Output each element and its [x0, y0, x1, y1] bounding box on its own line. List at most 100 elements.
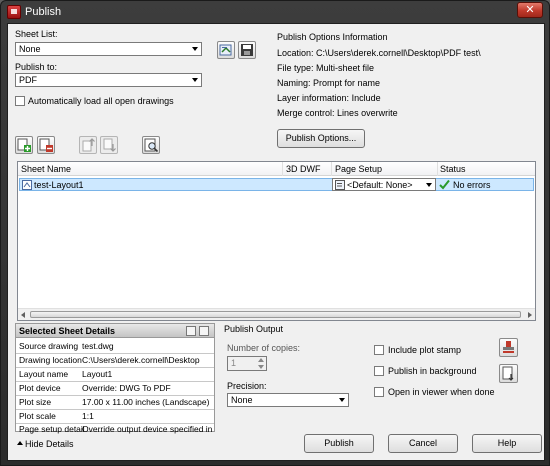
publish-background-label: Publish in background — [388, 366, 477, 376]
publish-to-value: PDF — [19, 75, 37, 85]
table-row[interactable]: test-Layout1 <Default: None> No errors — [19, 178, 534, 191]
copies-label: Number of copies: — [227, 343, 301, 353]
column-divider[interactable] — [437, 162, 438, 176]
chevron-down-icon — [339, 398, 345, 402]
publish-output-title: Publish Output — [224, 324, 284, 334]
cancel-button[interactable]: Cancel — [388, 434, 458, 453]
sheet-list-dropdown[interactable]: None — [15, 42, 202, 56]
load-sheet-list-icon — [219, 44, 232, 56]
merge-label: Merge control: — [277, 108, 335, 118]
naming-value: Prompt for name — [313, 78, 381, 88]
details-title: Selected Sheet Details — [19, 326, 116, 336]
plot-stamp-settings-button[interactable] — [499, 338, 518, 357]
merge-value: Lines overwrite — [337, 108, 398, 118]
sheet-name-cell: test-Layout1 — [34, 180, 84, 190]
column-divider[interactable] — [331, 162, 332, 176]
page-setup-value: <Default: None> — [347, 180, 413, 190]
close-button[interactable]: ✕ — [517, 2, 543, 18]
add-sheets-button[interactable] — [15, 136, 33, 154]
preview-icon — [144, 138, 159, 153]
hide-details-link[interactable]: Hide Details — [25, 439, 74, 449]
help-button[interactable]: Help — [472, 434, 542, 453]
divider — [16, 395, 214, 396]
layer-row: Layer information: Include — [277, 93, 381, 103]
divider — [16, 367, 214, 368]
horizontal-scrollbar[interactable] — [18, 308, 535, 320]
layer-label: Layer information: — [277, 93, 350, 103]
column-header-sheet-name[interactable]: Sheet Name — [21, 164, 71, 174]
save-sheet-list-button[interactable] — [238, 41, 256, 59]
open-viewer-label: Open in viewer when done — [388, 387, 495, 397]
column-header-page-setup[interactable]: Page Setup — [335, 164, 382, 174]
detail-value: Layout1 — [82, 369, 113, 379]
detail-label: Drawing location — [19, 355, 82, 365]
add-sheets-icon — [17, 138, 31, 152]
detail-label: Page setup detail — [19, 424, 85, 434]
background-settings-button[interactable] — [499, 364, 518, 383]
details-copy-icon[interactable] — [199, 326, 209, 336]
auto-load-checkbox[interactable] — [15, 96, 25, 106]
details-collapse-icon[interactable] — [186, 326, 196, 336]
location-value: C:\Users\derek.cornell\Desktop\PDF test\ — [316, 48, 481, 58]
divider — [16, 381, 214, 382]
chevron-down-icon — [192, 78, 198, 82]
spin-up-icon[interactable] — [258, 358, 264, 362]
stamp-icon — [503, 341, 514, 353]
detail-label: Layout name — [19, 369, 69, 379]
collapse-up-icon[interactable] — [17, 441, 23, 445]
publish-app-icon — [7, 5, 21, 19]
window-title: Publish — [25, 6, 62, 18]
chevron-down-icon — [426, 183, 432, 187]
page-setup-dropdown[interactable]: <Default: None> — [332, 178, 436, 191]
status-cell: No errors — [453, 180, 491, 190]
divider — [16, 353, 214, 354]
move-sheet-up-button[interactable] — [79, 136, 97, 154]
detail-label: Plot size — [19, 397, 52, 407]
remove-sheets-button[interactable] — [37, 136, 55, 154]
scroll-left-icon[interactable] — [21, 312, 25, 318]
precision-value: None — [231, 395, 253, 405]
scroll-right-icon[interactable] — [528, 312, 532, 318]
scroll-thumb[interactable] — [30, 311, 521, 318]
spin-down-icon[interactable] — [258, 365, 264, 369]
precision-dropdown[interactable]: None — [227, 393, 349, 407]
sheet-list-value: None — [19, 44, 41, 54]
dialog-client-area: Sheet List: None Publish to: PDF Automat… — [7, 23, 545, 461]
detail-label: Source drawing — [19, 341, 79, 351]
publish-button[interactable]: Publish — [304, 434, 374, 453]
layer-value: Include — [351, 93, 381, 103]
auto-load-label: Automatically load all open drawings — [28, 96, 174, 106]
open-viewer-checkbox[interactable] — [374, 387, 384, 397]
location-row: Location: C:\Users\derek.cornell\Desktop… — [277, 48, 481, 58]
options-info-title: Publish Options Information — [277, 32, 388, 42]
publish-background-checkbox[interactable] — [374, 366, 384, 376]
status-ok-icon — [439, 179, 450, 190]
load-sheet-list-button[interactable] — [217, 41, 235, 59]
publish-to-label: Publish to: — [15, 62, 58, 72]
plot-stamp-checkbox[interactable] — [374, 345, 384, 355]
remove-sheets-icon — [39, 138, 53, 152]
detail-value: C:\Users\derek.cornell\Desktop — [82, 355, 200, 365]
naming-label: Naming: — [277, 78, 311, 88]
column-header-3d-dwf[interactable]: 3D DWF — [286, 164, 321, 174]
divider — [16, 409, 214, 410]
copies-spinner[interactable]: 1 — [227, 356, 267, 371]
plot-stamp-label: Include plot stamp — [388, 345, 462, 355]
sheet-list-label: Sheet List: — [15, 29, 58, 39]
move-up-icon — [82, 138, 95, 152]
filetype-value: Multi-sheet file — [316, 63, 375, 73]
detail-value: 1:1 — [82, 411, 94, 421]
publish-options-button[interactable]: Publish Options... — [277, 129, 365, 148]
move-sheet-down-button[interactable] — [100, 136, 118, 154]
merge-row: Merge control: Lines overwrite — [277, 108, 398, 118]
column-header-status[interactable]: Status — [440, 164, 466, 174]
copies-value: 1 — [231, 358, 237, 368]
chevron-down-icon — [192, 47, 198, 51]
detail-label: Plot device — [19, 383, 61, 393]
column-divider[interactable] — [282, 162, 283, 176]
precision-label: Precision: — [227, 381, 267, 391]
page-setup-icon — [335, 180, 345, 190]
publish-to-dropdown[interactable]: PDF — [15, 73, 202, 87]
preview-button[interactable] — [142, 136, 160, 154]
move-down-icon — [103, 138, 116, 152]
